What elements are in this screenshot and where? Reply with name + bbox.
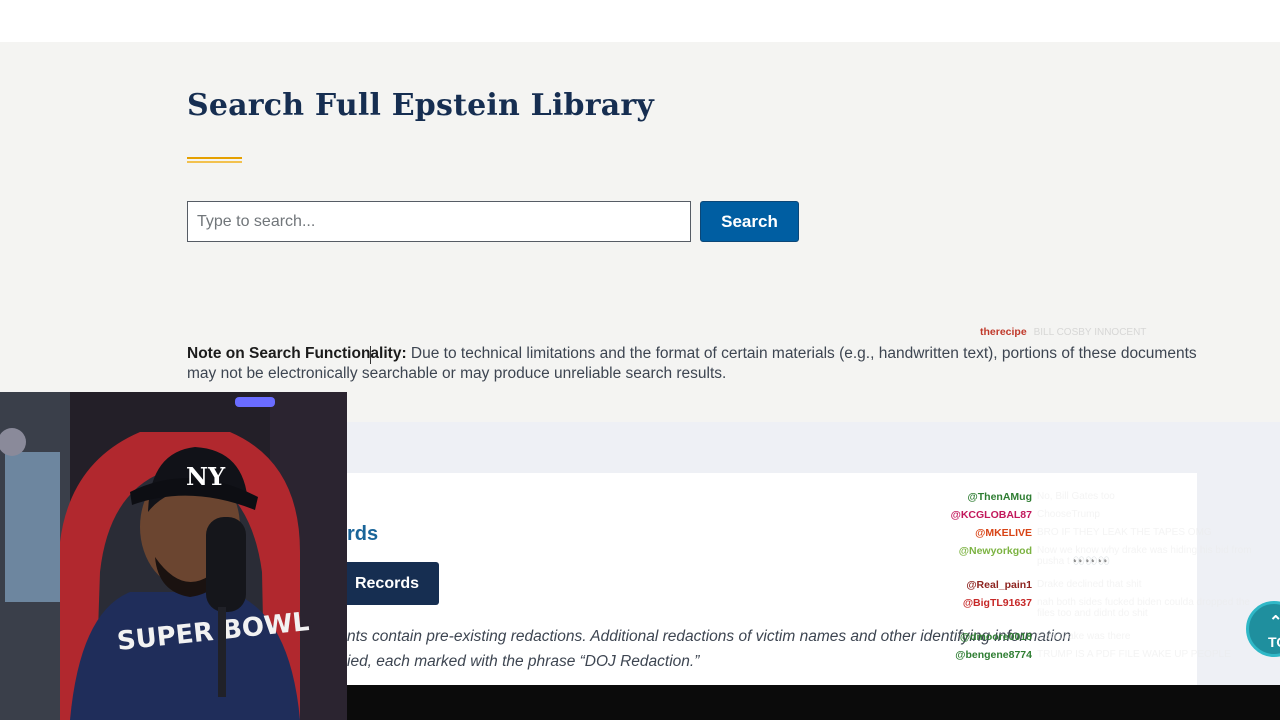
- chat-username: @Real_pain1: [966, 579, 1032, 591]
- search-note: Note on Search Functionality: Due to tec…: [187, 344, 1197, 384]
- chat-username: @KCGLOBAL87: [950, 509, 1032, 521]
- chat-message-text: No, Bill Gates too: [1037, 491, 1115, 502]
- chat-message-text: BILL COSBY INNOCENT: [1033, 327, 1147, 338]
- chat-message-top: therecipe BILL COSBY INNOCENT: [980, 326, 1146, 338]
- text-cursor-icon: [370, 346, 376, 364]
- chat-username: @dmoore0018: [959, 631, 1032, 643]
- chat-message-text: Drake declined that shit: [1037, 579, 1142, 590]
- back-to-top-label: TO: [1268, 634, 1280, 650]
- chat-username: @BigTL91637: [962, 597, 1032, 609]
- chat-username: @bengene8774: [955, 649, 1032, 661]
- chat-username: @MKELIVE: [975, 527, 1032, 539]
- search-button[interactable]: Search: [700, 201, 799, 242]
- title-accent-divider: [187, 157, 242, 163]
- chat-message-text: Now we know why drake was hiding his bid…: [1037, 545, 1252, 567]
- chat-message-text: nah both sides fucked biden coulda dropp…: [1037, 597, 1250, 619]
- svg-text:NY: NY: [186, 462, 226, 491]
- chat-username: @ThenAMug: [967, 491, 1032, 503]
- chat-message-text: TRUMP IS A PDF FILE WAKE UP PEOPLE: [1037, 649, 1231, 660]
- chat-username: @Newyorkgod: [958, 545, 1032, 557]
- webcam-overlay: SUPER BOWL NY: [0, 392, 347, 720]
- records-heading: rds: [347, 523, 379, 545]
- page-title: Search Full Epstein Library: [187, 88, 655, 123]
- chat-username: therecipe: [980, 326, 1027, 338]
- search-input[interactable]: [187, 201, 691, 242]
- chat-message-text: BRO IF THEY LEAK THE TAPES OMG: [1037, 527, 1212, 538]
- chevron-up-icon: ⌃: [1269, 614, 1280, 631]
- chat-message-text: tired drake was there: [1037, 631, 1131, 642]
- top-bar: [0, 0, 1280, 42]
- streamer-webcam-image: SUPER BOWL NY: [0, 392, 347, 720]
- chat-message-text: ChooseTrump: [1037, 509, 1100, 520]
